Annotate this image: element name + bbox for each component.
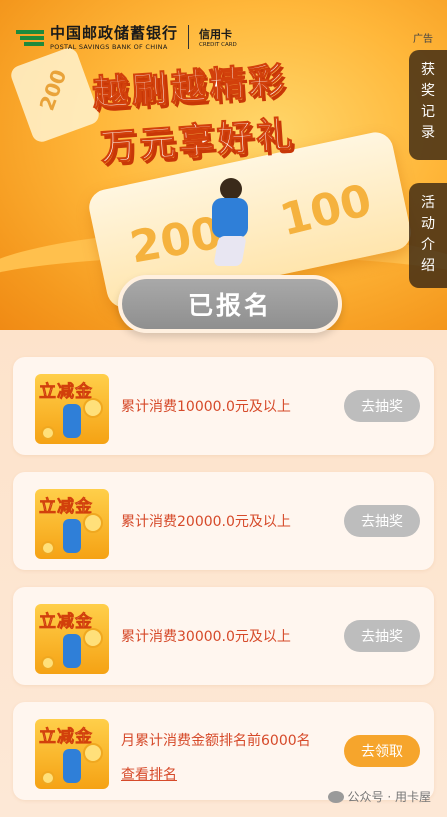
voucher-thumbnail: 立减金 [35, 604, 109, 674]
activity-intro-button[interactable]: 活动介绍 [409, 183, 447, 288]
credit-card-cn: 信用卡 [199, 27, 233, 41]
bank-name-block: 中国邮政储蓄银行 POSTAL SAVINGS BANK OF CHINA [50, 22, 178, 51]
coin-icon [41, 541, 55, 555]
watermark-text: 公众号 · 用卡屋 [347, 790, 431, 804]
task-card: 立减金 月累计消费金额排名前6000名 查看排名 去领取 [13, 702, 434, 800]
voucher-thumb-title: 立减金 [39, 612, 93, 633]
figure-icon [63, 404, 81, 438]
activity-intro-label: 活动介绍 [421, 195, 435, 274]
task-description: 累计消费10000.0元及以上 [121, 399, 291, 415]
draw-button[interactable]: 去抽奖 [344, 505, 420, 537]
wechat-icon [327, 790, 344, 803]
coin-icon [83, 628, 103, 648]
figure-icon [63, 634, 81, 668]
bank-name-en: POSTAL SAVINGS BANK OF CHINA [50, 43, 168, 51]
coin-icon [83, 513, 103, 533]
view-ranking-link[interactable]: 查看排名 [121, 764, 177, 784]
voucher-thumbnail: 立减金 [35, 374, 109, 444]
voucher-thumbnail: 立减金 [35, 489, 109, 559]
psbc-logo-icon [16, 26, 44, 48]
task-card: 立减金 累计消费30000.0元及以上 去抽奖 [13, 587, 434, 685]
wechat-watermark: 公众号 · 用卡屋 [327, 788, 431, 805]
coin-icon [83, 398, 103, 418]
prize-records-button[interactable]: 获奖记录 [409, 50, 447, 160]
brand-divider [188, 24, 190, 49]
bank-name-cn: 中国邮政储蓄银行 [50, 24, 179, 42]
figure-icon [63, 749, 81, 783]
prize-records-label: 获奖记录 [421, 62, 435, 141]
coin-icon [41, 771, 55, 785]
bank-brand: 中国邮政储蓄银行 POSTAL SAVINGS BANK OF CHINA 信用… [16, 22, 237, 51]
registered-status-button[interactable]: 已报名 [118, 275, 342, 333]
voucher-thumb-title: 立减金 [39, 497, 93, 518]
coin-icon [83, 743, 103, 763]
claim-button[interactable]: 去领取 [344, 735, 420, 767]
figure-icon [63, 519, 81, 553]
task-description: 月累计消费金额排名前6000名 [121, 733, 311, 749]
voucher-thumbnail: 立减金 [35, 719, 109, 789]
coin-icon [41, 656, 55, 670]
voucher-thumb-title: 立减金 [39, 727, 93, 748]
voucher-thumb-title: 立减金 [39, 382, 93, 403]
task-card: 立减金 累计消费20000.0元及以上 去抽奖 [13, 472, 434, 570]
task-description: 累计消费20000.0元及以上 [121, 514, 291, 530]
draw-button[interactable]: 去抽奖 [344, 390, 420, 422]
credit-card-en: CREDIT CARD [199, 41, 237, 48]
coin-icon [41, 426, 55, 440]
task-description: 累计消费30000.0元及以上 [121, 629, 291, 645]
draw-button[interactable]: 去抽奖 [344, 620, 420, 652]
credit-card-label-block: 信用卡 CREDIT CARD [199, 26, 237, 48]
jumping-person-illustration [198, 178, 260, 270]
task-card: 立减金 累计消费10000.0元及以上 去抽奖 [13, 357, 434, 455]
ad-label: 广告 [413, 34, 433, 45]
